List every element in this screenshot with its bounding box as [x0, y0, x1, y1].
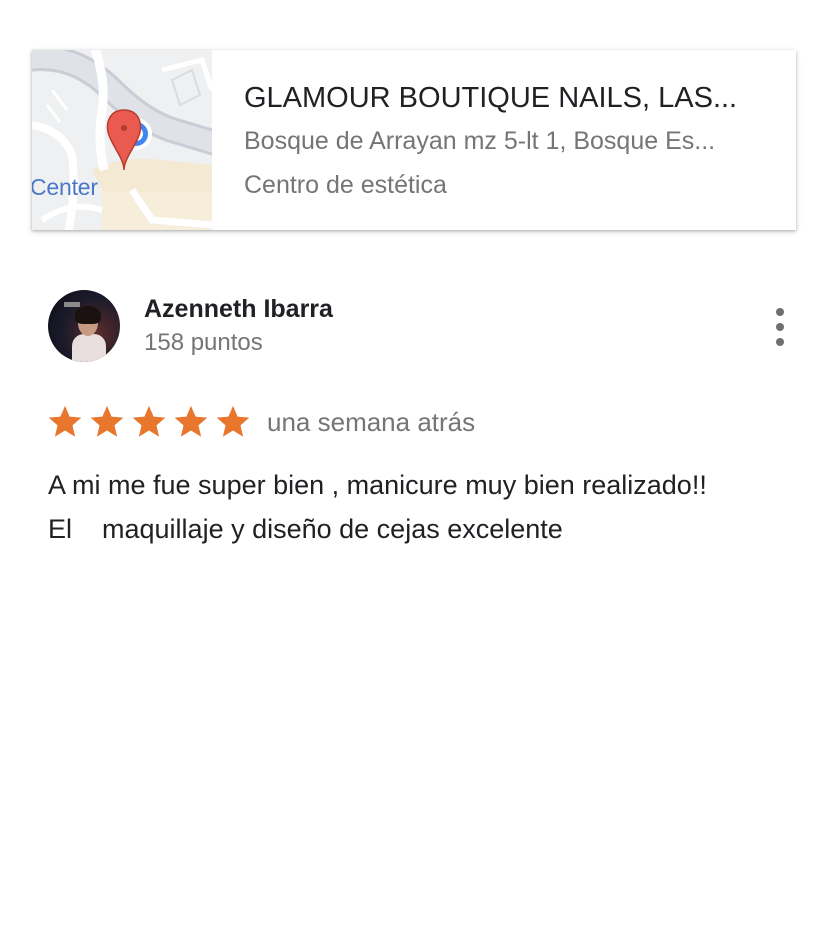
avatar-hair — [75, 306, 101, 324]
map-label: Center — [32, 174, 98, 200]
rating-row: una semana atrás — [46, 402, 475, 442]
star-icon — [90, 405, 124, 437]
reviewer-points: 158 puntos — [144, 329, 263, 356]
place-category: Centro de estética — [244, 171, 447, 199]
star-icon — [216, 405, 250, 437]
star-icon — [48, 405, 82, 437]
map-thumbnail[interactable]: Center — [32, 50, 212, 230]
review-time: una semana atrás — [267, 407, 476, 437]
map-graphic — [32, 50, 212, 230]
place-address: Bosque de Arrayan mz 5-lt 1, Bosque Es..… — [244, 127, 716, 155]
review-header: Azenneth Ibarra 158 puntos — [48, 290, 792, 362]
avatar[interactable] — [48, 290, 120, 362]
reviewer-name[interactable]: Azenneth Ibarra — [144, 292, 333, 326]
avatar-sign — [64, 302, 80, 307]
place-info: GLAMOUR BOUTIQUE NAILS, LAS... Bosque de… — [212, 50, 784, 230]
star-icon — [174, 405, 208, 437]
star-icon — [132, 405, 166, 437]
more-vert-icon[interactable] — [772, 308, 788, 346]
place-name[interactable]: GLAMOUR BOUTIQUE NAILS, LAS... — [244, 79, 784, 117]
avatar-body — [72, 334, 106, 362]
review-text: A mi me fue super bien , manicure muy bi… — [48, 470, 707, 544]
star-rating — [46, 403, 252, 441]
place-card[interactable]: Center GLAMOUR BOUTIQUE NAILS, LAS... Bo… — [32, 50, 796, 230]
